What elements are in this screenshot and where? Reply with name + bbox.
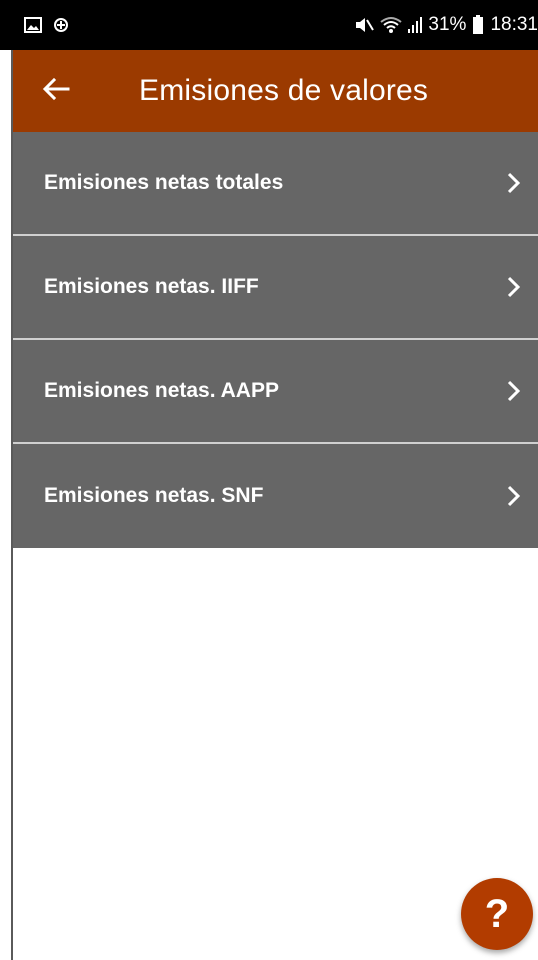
menu-item-label: Emisiones netas. IIFF xyxy=(44,275,259,298)
mute-icon xyxy=(354,16,375,34)
menu-list: Emisiones netas totales Emisiones netas.… xyxy=(13,132,538,548)
help-fab-button[interactable]: ? xyxy=(461,878,533,950)
gallery-icon xyxy=(24,17,42,33)
menu-item-label: Emisiones netas. AAPP xyxy=(44,379,279,402)
menu-item-emisiones-netas-snf[interactable]: Emisiones netas. SNF xyxy=(13,444,538,548)
status-left-icons xyxy=(24,16,70,34)
menu-item-emisiones-netas-aapp[interactable]: Emisiones netas. AAPP xyxy=(13,340,538,444)
menu-item-emisiones-netas-totales[interactable]: Emisiones netas totales xyxy=(13,132,538,236)
menu-item-label: Emisiones netas. SNF xyxy=(44,484,264,507)
chevron-right-icon xyxy=(506,379,522,403)
status-bar: 31% 18:31 xyxy=(0,0,538,50)
chevron-right-icon xyxy=(506,484,522,508)
status-time: 18:31 xyxy=(490,14,538,35)
app-bar: Emisiones de valores xyxy=(13,50,538,132)
battery-icon xyxy=(472,15,484,35)
back-button[interactable] xyxy=(13,50,99,132)
arrow-left-icon xyxy=(42,77,70,106)
wifi-icon xyxy=(380,16,403,34)
chevron-right-icon xyxy=(506,171,522,195)
help-label: ? xyxy=(484,891,510,936)
page-title: Emisiones de valores xyxy=(139,74,429,107)
signal-icon xyxy=(408,16,423,34)
status-right-group: 31% 18:31 xyxy=(354,14,538,36)
screen-edge xyxy=(0,0,13,960)
battery-percent: 31% xyxy=(428,14,467,35)
menu-item-label: Emisiones netas totales xyxy=(44,171,284,194)
data-saver-icon xyxy=(52,16,70,34)
menu-item-emisiones-netas-iiff[interactable]: Emisiones netas. IIFF xyxy=(13,236,538,340)
app-screen: 31% 18:31 Emisiones de valores Emisiones… xyxy=(0,0,538,960)
chevron-right-icon xyxy=(506,275,522,299)
